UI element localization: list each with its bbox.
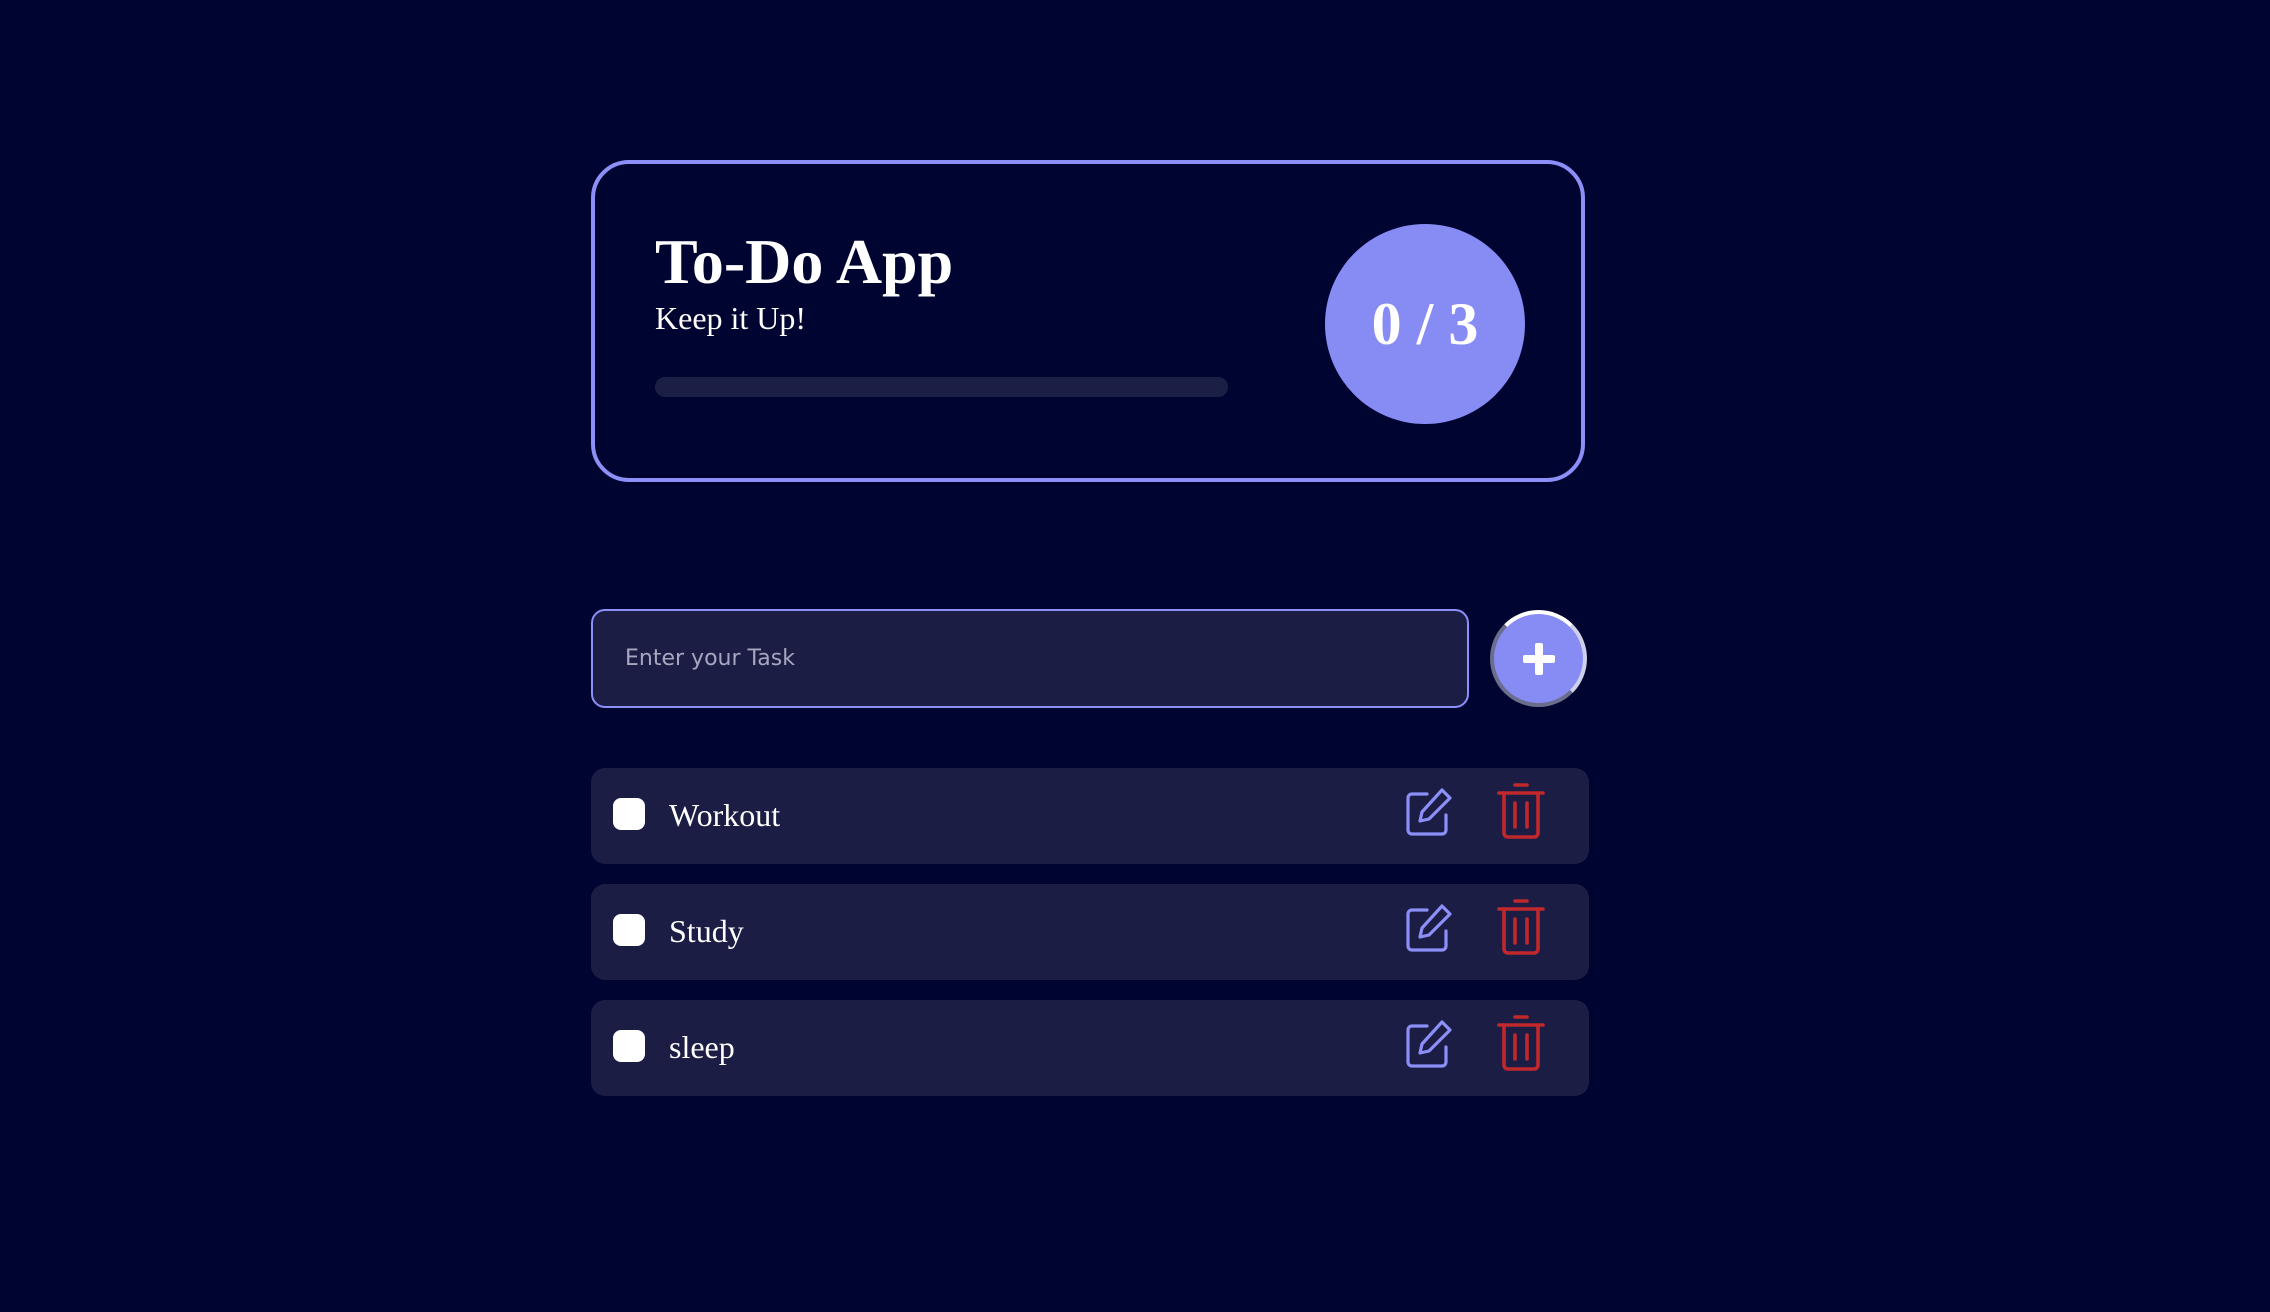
- edit-icon: [1406, 904, 1452, 952]
- edit-task-button[interactable]: [1402, 902, 1454, 954]
- task-item: Study: [591, 884, 1589, 980]
- task-list: Workout Study sleep: [591, 768, 1589, 1116]
- task-checkbox[interactable]: [613, 914, 645, 946]
- edit-task-button[interactable]: [1402, 786, 1454, 838]
- trash-icon: [1497, 899, 1545, 955]
- add-task-button[interactable]: [1490, 610, 1587, 707]
- add-task-form: [591, 609, 1587, 709]
- edit-task-button[interactable]: [1402, 1018, 1454, 1070]
- delete-task-button[interactable]: [1495, 1015, 1547, 1071]
- trash-icon: [1497, 1015, 1545, 1071]
- task-checkbox[interactable]: [613, 798, 645, 830]
- progress-bar: [655, 377, 1228, 397]
- plus-icon: [1522, 642, 1555, 675]
- task-label: sleep: [669, 1029, 735, 1065]
- task-label: Study: [669, 913, 744, 949]
- task-item: sleep: [591, 1000, 1589, 1096]
- edit-icon: [1406, 788, 1452, 836]
- app-title: To-Do App: [655, 226, 954, 297]
- delete-task-button[interactable]: [1495, 899, 1547, 955]
- task-checkbox[interactable]: [613, 1030, 645, 1062]
- edit-icon: [1406, 1020, 1452, 1068]
- task-input[interactable]: [591, 609, 1469, 708]
- trash-icon: [1497, 783, 1545, 839]
- task-label: Workout: [669, 797, 781, 833]
- app-subtitle: Keep it Up!: [655, 300, 807, 336]
- task-item: Workout: [591, 768, 1589, 864]
- delete-task-button[interactable]: [1495, 783, 1547, 839]
- task-counter: 0 / 3: [1325, 224, 1525, 424]
- stats-card: To-Do App Keep it Up! 0 / 3: [591, 160, 1585, 482]
